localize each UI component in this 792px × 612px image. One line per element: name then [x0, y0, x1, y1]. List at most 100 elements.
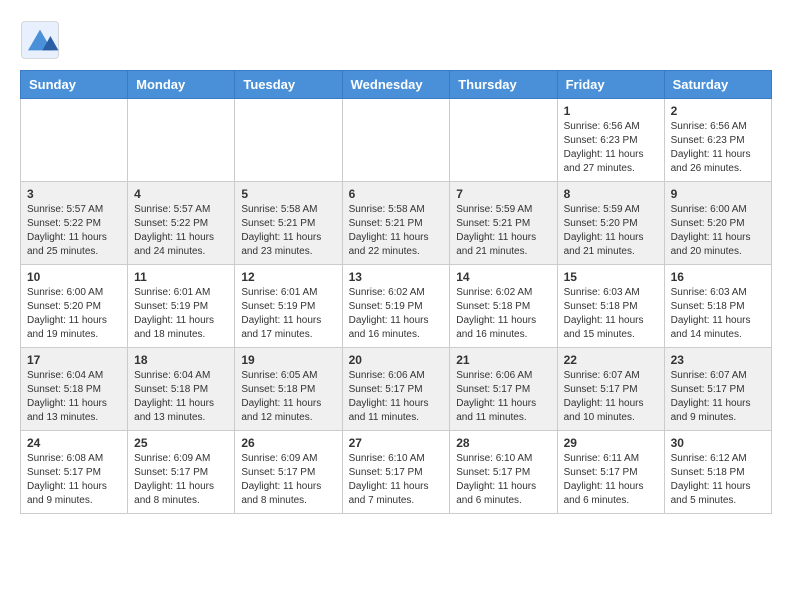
day-info: Sunrise: 6:01 AM Sunset: 5:19 PM Dayligh…: [241, 286, 335, 342]
calendar-cell: 23Sunrise: 6:07 AM Sunset: 5:17 PM Dayli…: [664, 348, 771, 431]
week-row-3: 10Sunrise: 6:00 AM Sunset: 5:20 PM Dayli…: [21, 265, 772, 348]
day-number: 7: [456, 187, 550, 201]
logo-icon: [20, 20, 60, 60]
day-number: 1: [564, 104, 658, 118]
day-info: Sunrise: 6:04 AM Sunset: 5:18 PM Dayligh…: [134, 369, 228, 425]
day-number: 15: [564, 270, 658, 284]
calendar-cell: 30Sunrise: 6:12 AM Sunset: 5:18 PM Dayli…: [664, 431, 771, 514]
calendar-cell: 2 Sunrise: 6:56 AM Sunset: 6:23 PM Daylig…: [664, 99, 771, 182]
day-number: 14: [456, 270, 550, 284]
day-info: Sunrise: 5:59 AM Sunset: 5:21 PM Dayligh…: [456, 203, 550, 259]
day-number: 28: [456, 436, 550, 450]
day-number: 17: [27, 353, 121, 367]
calendar-cell: 11 Sunrise: 6:01 AM Sunset: 5:19 PM Dayli…: [128, 265, 235, 348]
calendar-cell: 10Sunrise: 6:00 AM Sunset: 5:20 PM Dayli…: [21, 265, 128, 348]
calendar-header-row: SundayMondayTuesdayWednesdayThursdayFrid…: [21, 71, 772, 99]
day-info: Sunrise: 6:03 AM Sunset: 5:18 PM Dayligh…: [564, 286, 658, 342]
day-number: 11: [134, 270, 228, 284]
day-header-sunday: Sunday: [21, 71, 128, 99]
day-header-tuesday: Tuesday: [235, 71, 342, 99]
calendar-cell: 14 Sunrise: 6:02 AM Sunset: 5:18 PM Dayli…: [450, 265, 557, 348]
day-info: Sunrise: 6:02 AM Sunset: 5:19 PM Dayligh…: [349, 286, 444, 342]
day-info: Sunrise: 6:07 AM Sunset: 5:17 PM Dayligh…: [564, 369, 658, 425]
day-info: Sunrise: 5:58 AM Sunset: 5:21 PM Dayligh…: [349, 203, 444, 259]
day-number: 9: [671, 187, 765, 201]
calendar-cell: [450, 99, 557, 182]
day-info: Sunrise: 6:12 AM Sunset: 5:18 PM Dayligh…: [671, 452, 765, 508]
day-number: 22: [564, 353, 658, 367]
day-info: Sunrise: 6:06 AM Sunset: 5:17 PM Dayligh…: [349, 369, 444, 425]
day-info: Sunrise: 6:04 AM Sunset: 5:18 PM Dayligh…: [27, 369, 121, 425]
calendar-cell: 22 Sunrise: 6:07 AM Sunset: 5:17 PM Dayli…: [557, 348, 664, 431]
day-number: 10: [27, 270, 121, 284]
day-info: Sunrise: 6:09 AM Sunset: 5:17 PM Dayligh…: [241, 452, 335, 508]
calendar-cell: 13 Sunrise: 6:02 AM Sunset: 5:19 PM Dayli…: [342, 265, 450, 348]
day-info: Sunrise: 5:57 AM Sunset: 5:22 PM Dayligh…: [134, 203, 228, 259]
calendar-cell: 17 Sunrise: 6:04 AM Sunset: 5:18 PM Dayli…: [21, 348, 128, 431]
day-info: Sunrise: 6:03 AM Sunset: 5:18 PM Dayligh…: [671, 286, 765, 342]
day-info: Sunrise: 6:05 AM Sunset: 5:18 PM Dayligh…: [241, 369, 335, 425]
calendar-cell: 1 Sunrise: 6:56 AM Sunset: 6:23 PM Daylig…: [557, 99, 664, 182]
day-number: 20: [349, 353, 444, 367]
day-info: Sunrise: 6:08 AM Sunset: 5:17 PM Dayligh…: [27, 452, 121, 508]
calendar-cell: [235, 99, 342, 182]
calendar-cell: 28 Sunrise: 6:10 AM Sunset: 5:17 PM Dayli…: [450, 431, 557, 514]
calendar-cell: [21, 99, 128, 182]
day-header-monday: Monday: [128, 71, 235, 99]
day-number: 2: [671, 104, 765, 118]
day-number: 23: [671, 353, 765, 367]
day-number: 21: [456, 353, 550, 367]
day-number: 6: [349, 187, 444, 201]
day-number: 18: [134, 353, 228, 367]
day-info: Sunrise: 6:11 AM Sunset: 5:17 PM Dayligh…: [564, 452, 658, 508]
day-number: 24: [27, 436, 121, 450]
day-info: Sunrise: 5:59 AM Sunset: 5:20 PM Dayligh…: [564, 203, 658, 259]
calendar-cell: 4 Sunrise: 5:57 AM Sunset: 5:22 PM Daylig…: [128, 182, 235, 265]
day-info: Sunrise: 6:09 AM Sunset: 5:17 PM Dayligh…: [134, 452, 228, 508]
calendar-cell: 15 Sunrise: 6:03 AM Sunset: 5:18 PM Dayli…: [557, 265, 664, 348]
day-number: 29: [564, 436, 658, 450]
day-info: Sunrise: 6:00 AM Sunset: 5:20 PM Dayligh…: [671, 203, 765, 259]
day-info: Sunrise: 6:01 AM Sunset: 5:19 PM Dayligh…: [134, 286, 228, 342]
day-header-friday: Friday: [557, 71, 664, 99]
day-number: 13: [349, 270, 444, 284]
day-info: Sunrise: 6:56 AM Sunset: 6:23 PM Dayligh…: [564, 120, 658, 176]
week-row-4: 17 Sunrise: 6:04 AM Sunset: 5:18 PM Dayli…: [21, 348, 772, 431]
calendar-cell: 18 Sunrise: 6:04 AM Sunset: 5:18 PM Dayli…: [128, 348, 235, 431]
calendar-cell: 7 Sunrise: 5:59 AM Sunset: 5:21 PM Daylig…: [450, 182, 557, 265]
logo: [20, 20, 65, 60]
calendar-cell: 6 Sunrise: 5:58 AM Sunset: 5:21 PM Daylig…: [342, 182, 450, 265]
calendar-cell: 9 Sunrise: 6:00 AM Sunset: 5:20 PM Daylig…: [664, 182, 771, 265]
calendar-cell: [342, 99, 450, 182]
calendar-cell: 21 Sunrise: 6:06 AM Sunset: 5:17 PM Dayli…: [450, 348, 557, 431]
day-number: 26: [241, 436, 335, 450]
day-info: Sunrise: 6:10 AM Sunset: 5:17 PM Dayligh…: [349, 452, 444, 508]
day-number: 4: [134, 187, 228, 201]
week-row-1: 1 Sunrise: 6:56 AM Sunset: 6:23 PM Daylig…: [21, 99, 772, 182]
day-info: Sunrise: 6:10 AM Sunset: 5:17 PM Dayligh…: [456, 452, 550, 508]
calendar-cell: 24 Sunrise: 6:08 AM Sunset: 5:17 PM Dayli…: [21, 431, 128, 514]
calendar-cell: 5 Sunrise: 5:58 AM Sunset: 5:21 PM Daylig…: [235, 182, 342, 265]
calendar-table: SundayMondayTuesdayWednesdayThursdayFrid…: [20, 70, 772, 514]
day-info: Sunrise: 6:56 AM Sunset: 6:23 PM Dayligh…: [671, 120, 765, 176]
calendar-cell: 19 Sunrise: 6:05 AM Sunset: 5:18 PM Dayli…: [235, 348, 342, 431]
day-info: Sunrise: 6:02 AM Sunset: 5:18 PM Dayligh…: [456, 286, 550, 342]
day-number: 19: [241, 353, 335, 367]
day-number: 25: [134, 436, 228, 450]
calendar-cell: [128, 99, 235, 182]
calendar-cell: 26 Sunrise: 6:09 AM Sunset: 5:17 PM Dayli…: [235, 431, 342, 514]
calendar-cell: 20 Sunrise: 6:06 AM Sunset: 5:17 PM Dayli…: [342, 348, 450, 431]
day-header-wednesday: Wednesday: [342, 71, 450, 99]
week-row-2: 3Sunrise: 5:57 AM Sunset: 5:22 PM Daylig…: [21, 182, 772, 265]
calendar-cell: 16 Sunrise: 6:03 AM Sunset: 5:18 PM Dayli…: [664, 265, 771, 348]
day-info: Sunrise: 6:06 AM Sunset: 5:17 PM Dayligh…: [456, 369, 550, 425]
calendar-cell: 27Sunrise: 6:10 AM Sunset: 5:17 PM Dayli…: [342, 431, 450, 514]
calendar-cell: 3Sunrise: 5:57 AM Sunset: 5:22 PM Daylig…: [21, 182, 128, 265]
calendar-cell: 8Sunrise: 5:59 AM Sunset: 5:20 PM Daylig…: [557, 182, 664, 265]
day-number: 5: [241, 187, 335, 201]
day-info: Sunrise: 5:57 AM Sunset: 5:22 PM Dayligh…: [27, 203, 121, 259]
day-number: 16: [671, 270, 765, 284]
calendar-cell: 29 Sunrise: 6:11 AM Sunset: 5:17 PM Dayli…: [557, 431, 664, 514]
week-row-5: 24 Sunrise: 6:08 AM Sunset: 5:17 PM Dayli…: [21, 431, 772, 514]
day-info: Sunrise: 5:58 AM Sunset: 5:21 PM Dayligh…: [241, 203, 335, 259]
